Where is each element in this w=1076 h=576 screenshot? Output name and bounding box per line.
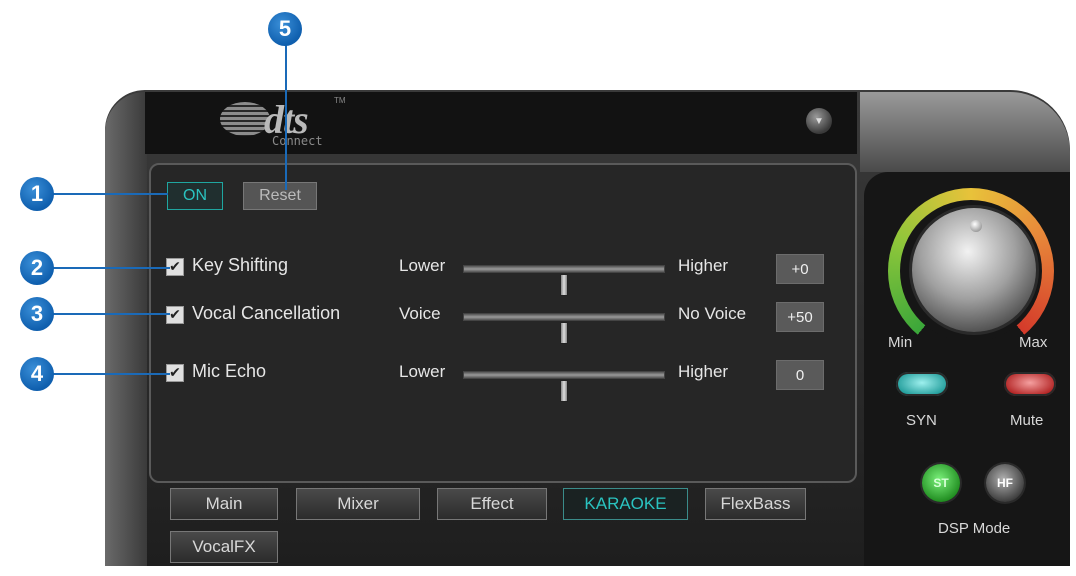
mic-echo-value: 0 xyxy=(776,360,824,390)
window-right-rim xyxy=(860,92,1070,172)
syn-label: SYN xyxy=(906,412,937,429)
check-icon: ✔ xyxy=(169,307,181,323)
key-shifting-high-label: Higher xyxy=(678,256,729,275)
vocal-cancellation-low-label: Voice xyxy=(399,304,441,323)
dsp-st-button[interactable]: ST xyxy=(922,464,960,502)
mic-echo-slider-thumb[interactable] xyxy=(560,380,568,402)
logo-subtitle: Connect xyxy=(272,134,323,148)
mic-echo-slider[interactable] xyxy=(463,371,665,402)
close-button[interactable]: ▼ xyxy=(806,108,832,134)
callout-2-line xyxy=(52,267,170,269)
on-button[interactable]: ON xyxy=(167,182,223,210)
volume-min-label: Min xyxy=(888,334,913,351)
tab-mixer[interactable]: Mixer xyxy=(296,488,420,520)
callout-4: 4 xyxy=(20,357,54,391)
vocal-cancellation-checkbox[interactable]: ✔ xyxy=(166,306,184,324)
dts-logo-rings-icon xyxy=(220,102,270,136)
close-icon: ▼ xyxy=(814,115,824,127)
dts-logo: dts TM Connect xyxy=(220,96,360,152)
key-shifting-value: +0 xyxy=(776,254,824,284)
key-shifting-low-label: Lower xyxy=(399,256,446,275)
mic-echo-high-label: Higher xyxy=(678,362,729,381)
callout-4-line xyxy=(52,373,170,375)
vocal-cancellation-value: +50 xyxy=(776,302,824,332)
callout-1-line xyxy=(52,193,168,195)
callout-3-line xyxy=(52,313,170,315)
vocal-cancellation-high-label: No Voice xyxy=(678,304,747,323)
vocal-cancellation-label: Vocal Cancellation xyxy=(192,303,341,323)
key-shifting-slider[interactable] xyxy=(463,265,665,296)
tab-main[interactable]: Main xyxy=(170,488,278,520)
dsp-hf-button[interactable]: HF xyxy=(986,464,1024,502)
reset-button[interactable]: Reset xyxy=(243,182,317,210)
tab-karaoke[interactable]: KARAOKE xyxy=(563,488,688,520)
mute-button[interactable] xyxy=(1004,372,1056,396)
mic-echo-low-label: Lower xyxy=(399,362,446,381)
check-icon: ✔ xyxy=(169,365,181,381)
callout-5-line xyxy=(285,44,287,190)
callout-2: 2 xyxy=(20,251,54,285)
callout-1: 1 xyxy=(20,177,54,211)
dsp-mode-label: DSP Mode xyxy=(938,520,1011,537)
key-shifting-slider-thumb[interactable] xyxy=(560,274,568,296)
tab-flexbass[interactable]: FlexBass xyxy=(705,488,806,520)
tab-effect[interactable]: Effect xyxy=(437,488,547,520)
volume-max-label: Max xyxy=(1019,334,1048,351)
mute-label: Mute xyxy=(1010,412,1044,429)
tab-vocalfx[interactable]: VocalFX xyxy=(170,531,278,563)
vocal-cancellation-slider[interactable] xyxy=(463,313,665,344)
syn-button[interactable] xyxy=(896,372,948,396)
vocal-cancellation-row: ✔ Vocal Cancellation Voice No Voice +50 xyxy=(166,298,836,344)
window-left-rim xyxy=(105,92,147,566)
check-icon: ✔ xyxy=(169,259,181,275)
vocal-cancellation-slider-thumb[interactable] xyxy=(560,322,568,344)
volume-knob-indicator-icon xyxy=(970,220,982,232)
mic-echo-label: Mic Echo xyxy=(192,361,267,381)
key-shifting-row: ✔ Key Shifting Lower Higher +0 xyxy=(166,250,836,296)
callout-3: 3 xyxy=(20,297,54,331)
key-shifting-label: Key Shifting xyxy=(192,255,289,275)
callout-5: 5 xyxy=(268,12,302,46)
mic-echo-row: ✔ Mic Echo Lower Higher 0 xyxy=(166,356,836,402)
logo-trademark: TM xyxy=(334,96,346,105)
